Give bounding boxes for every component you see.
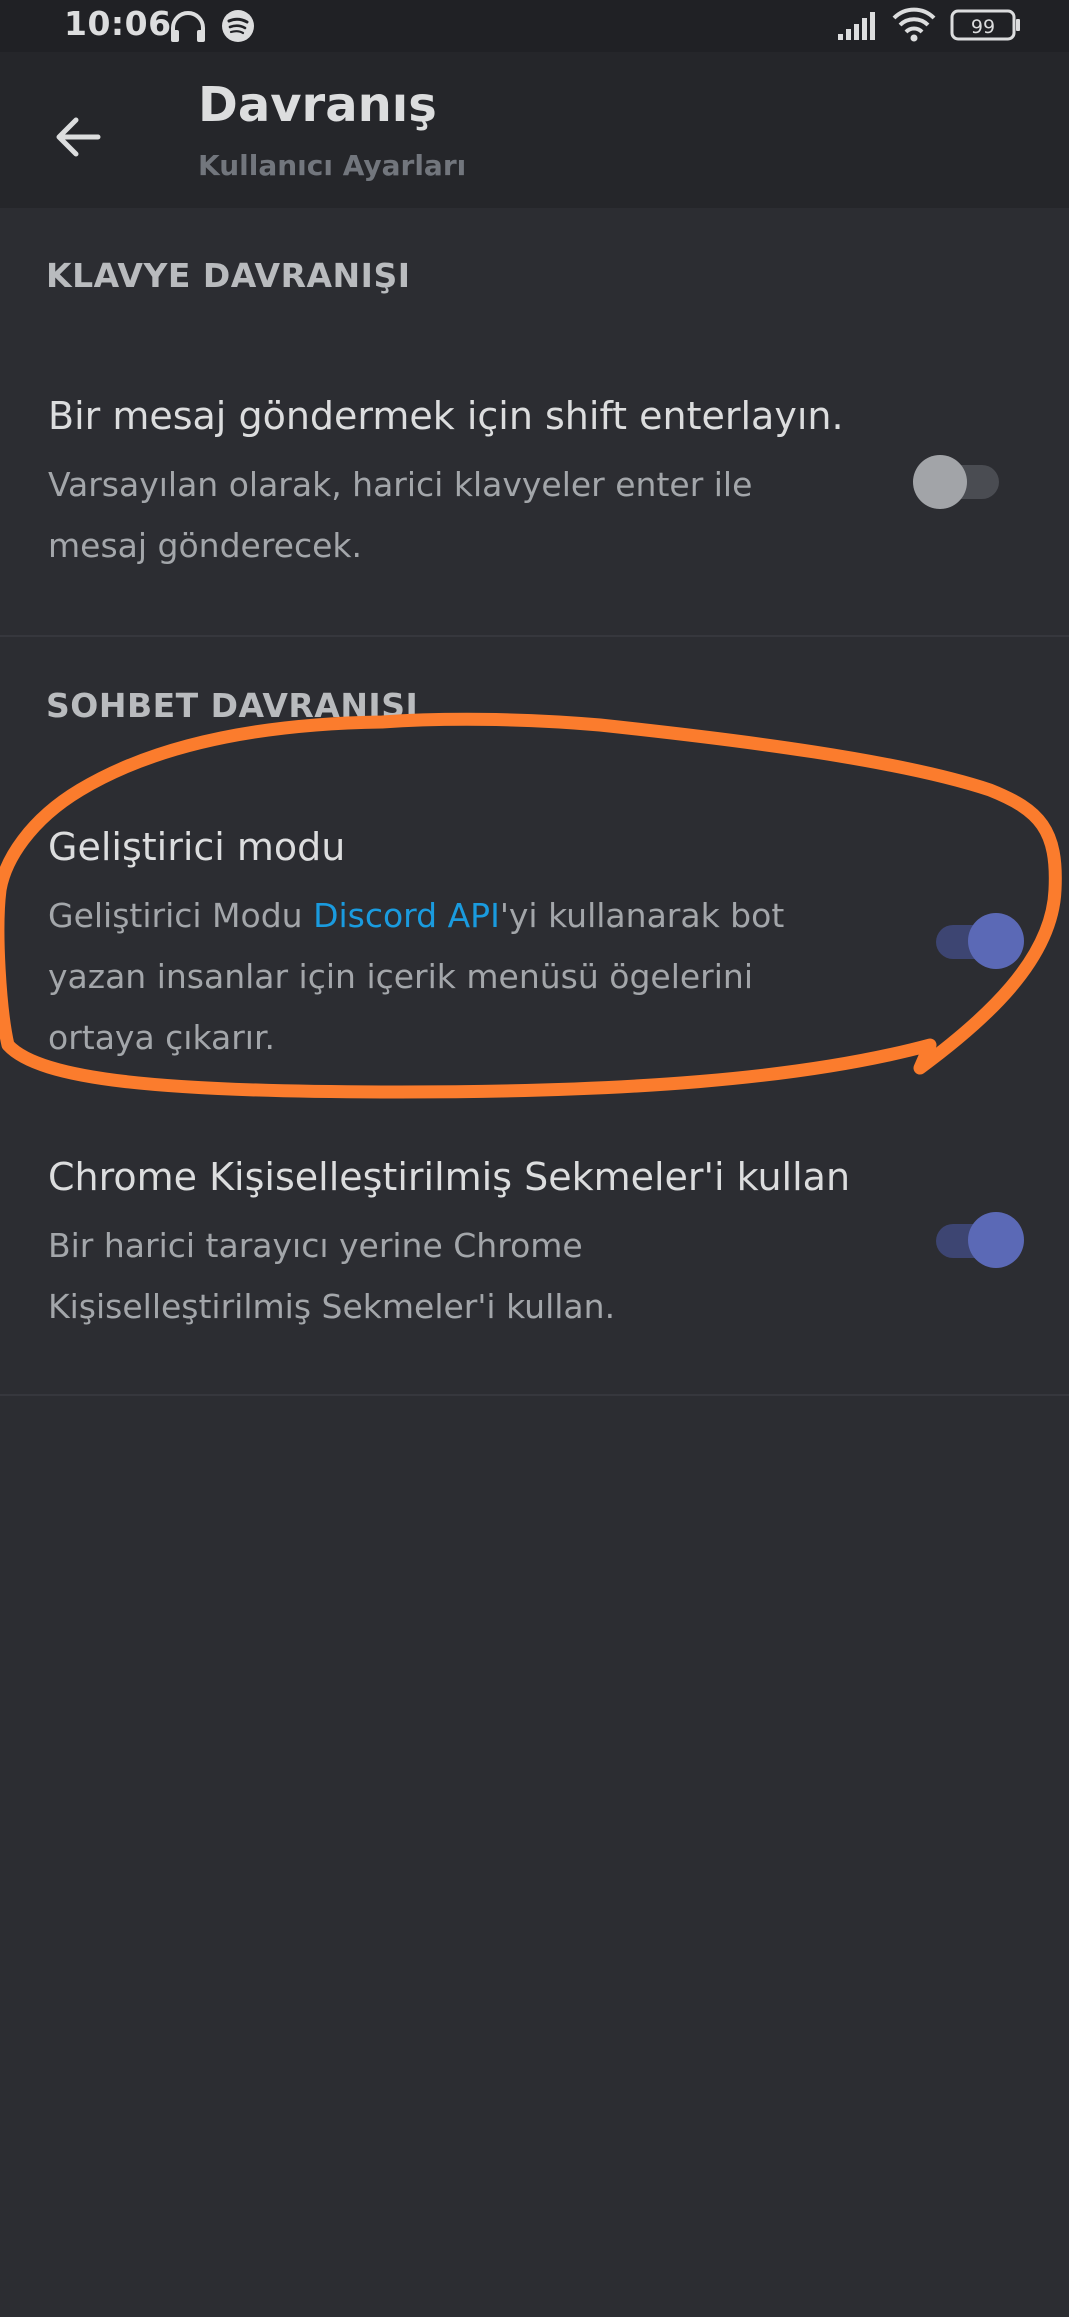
description-text: Geliştirici Modu — [48, 896, 314, 935]
setting-description: Geliştirici Modu Discord API'yi kullanar… — [48, 885, 848, 1068]
arrow-left-icon — [56, 117, 101, 157]
page-title: Davranış — [198, 77, 437, 133]
section-header-keyboard: KLAVYE DAVRANIŞI — [46, 256, 411, 295]
discord-api-link[interactable]: Discord API — [313, 896, 500, 935]
setting-description: Bir harici tarayıcı yerine Chrome Kişise… — [48, 1226, 616, 1326]
back-button[interactable] — [40, 99, 116, 175]
headphones-icon — [168, 8, 208, 50]
signal-icon — [836, 10, 876, 46]
divider — [0, 1394, 1069, 1396]
setting-title: Bir mesaj göndermek için shift enterlayı… — [48, 394, 844, 438]
status-time: 10:06 — [64, 4, 172, 43]
setting-description: Varsayılan olarak, harici klavyeler ente… — [48, 465, 753, 565]
wifi-icon — [892, 6, 936, 48]
page-subtitle: Kullanıcı Ayarları — [198, 149, 467, 182]
section-header-chat: SOHBET DAVRANIŞI — [46, 686, 419, 725]
chrome-custom-tabs-toggle[interactable] — [932, 1209, 1028, 1269]
divider — [0, 635, 1069, 637]
app-bar: Davranış Kullanıcı Ayarları — [0, 52, 1069, 208]
setting-title: Chrome Kişiselleştirilmiş Sekmeler'i kul… — [48, 1155, 851, 1199]
battery-level: 99 — [971, 16, 995, 38]
status-bar: 10:06 99 — [0, 0, 1069, 52]
spotify-icon — [220, 8, 256, 48]
battery-icon: 99 — [950, 9, 1022, 45]
developer-mode-toggle[interactable] — [932, 910, 1028, 970]
shift-enter-toggle[interactable] — [913, 450, 1009, 510]
setting-title: Geliştirici modu — [48, 825, 346, 869]
